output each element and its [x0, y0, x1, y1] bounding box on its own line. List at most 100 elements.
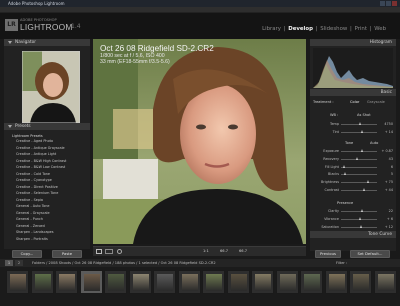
slider-knob[interactable]: [343, 172, 346, 176]
filmstrip-thumbnail[interactable]: [349, 270, 372, 294]
zoom-fill[interactable]: 66.7: [239, 249, 247, 253]
slider-knob[interactable]: [343, 164, 346, 168]
slider-knob[interactable]: [361, 209, 364, 212]
slider-value[interactable]: 43: [381, 156, 393, 163]
navigator-preview[interactable]: [22, 51, 80, 123]
basic-header[interactable]: Basic: [310, 89, 396, 97]
slider-clarity[interactable]: Clarity 22: [315, 208, 393, 215]
filmstrip-thumbnail[interactable]: [55, 270, 78, 294]
previous-button[interactable]: Previous: [315, 250, 341, 258]
slider-value[interactable]: 5: [381, 171, 393, 178]
main-photo[interactable]: [93, 39, 306, 244]
copy-button[interactable]: Copy...: [12, 250, 42, 258]
navigator-header[interactable]: Navigator: [4, 39, 90, 47]
filmstrip-thumbnail[interactable]: [128, 270, 152, 294]
filmstrip-thumbnail[interactable]: [153, 270, 176, 294]
slider-value[interactable]: 22: [381, 208, 393, 215]
histogram-chart[interactable]: [313, 48, 393, 88]
module-library[interactable]: Library: [262, 26, 281, 32]
presets-header[interactable]: Presets: [4, 123, 90, 131]
slider-vibrance[interactable]: Vibrance + 6: [315, 216, 393, 223]
slider-value[interactable]: 6: [381, 164, 393, 171]
slider-brightness[interactable]: Brightness + 75: [315, 179, 393, 186]
slider-knob[interactable]: [360, 224, 363, 228]
loupe-view-icon[interactable]: [96, 249, 102, 254]
slider-value[interactable]: + 44: [381, 187, 393, 194]
slider-track[interactable]: [341, 166, 377, 168]
slider-value[interactable]: + 12: [381, 224, 393, 231]
filmstrip-thumbnail[interactable]: [300, 270, 323, 294]
preset-group-header[interactable]: Lightroom Presets: [12, 134, 43, 138]
slider-recovery[interactable]: Recovery 43: [315, 156, 393, 163]
filmstrip-thumbnail[interactable]: [6, 270, 29, 294]
slider-value[interactable]: + 0.87: [381, 148, 393, 155]
preset-item[interactable]: Creative - Selenium Tone: [16, 191, 58, 195]
close-button[interactable]: [392, 1, 397, 6]
slider-exposure[interactable]: Exposure + 0.87: [315, 148, 393, 155]
preset-item[interactable]: Creative - Cyanotype: [16, 178, 52, 182]
filmstrip-thumbnail[interactable]: [373, 270, 397, 294]
zoom-fit[interactable]: 66.7: [220, 249, 228, 253]
filmstrip-thumbnail[interactable]: [251, 270, 274, 294]
preset-item[interactable]: Creative - Aged Photo: [16, 139, 53, 143]
preset-item[interactable]: Creative - Direct Positive: [16, 185, 58, 189]
preset-item[interactable]: Creative - Cold Tone: [16, 172, 50, 176]
module-print[interactable]: Print: [355, 26, 367, 32]
preset-item[interactable]: General - Grayscale: [16, 211, 50, 215]
preset-item[interactable]: Creative - B&W Low Contrast: [16, 165, 65, 169]
filmstrip-thumbnail[interactable]: [324, 270, 348, 294]
preset-item[interactable]: Creative - B&W High Contrast: [16, 159, 66, 163]
slider-knob[interactable]: [359, 122, 362, 125]
slider-contrast[interactable]: Contrast + 44: [315, 187, 393, 194]
slider-value[interactable]: + 14: [381, 129, 393, 136]
slider-tint[interactable]: Tint + 14: [315, 129, 393, 136]
set-default-button[interactable]: Set Default...: [350, 250, 390, 258]
slider-track[interactable]: [341, 151, 377, 152]
histogram-header[interactable]: Histogram: [310, 39, 396, 47]
preset-item[interactable]: General - Zeroed: [16, 224, 45, 228]
preset-item[interactable]: Creative - Antique Grayscale: [16, 146, 65, 150]
module-develop[interactable]: Develop: [288, 26, 313, 32]
slider-track[interactable]: [341, 158, 377, 160]
slider-knob[interactable]: [361, 149, 364, 152]
tone-auto-button[interactable]: Auto: [370, 141, 378, 145]
page-1-button[interactable]: 1: [5, 260, 13, 266]
slider-fill-light[interactable]: Fill Light 6: [315, 164, 393, 171]
filmstrip-thumbnail[interactable]: [275, 270, 299, 294]
slider-track[interactable]: [341, 226, 377, 228]
slider-track[interactable]: [341, 190, 377, 191]
slider-value[interactable]: + 6: [381, 216, 393, 223]
filmstrip-source-path[interactable]: Folders / 2008 Shoots / Oct 26 08 Ridgef…: [32, 259, 216, 267]
preset-item[interactable]: Creative - Sepia: [16, 198, 43, 202]
module-web[interactable]: Web: [374, 26, 386, 32]
slider-knob[interactable]: [355, 156, 358, 160]
slider-track[interactable]: [341, 182, 377, 184]
filmstrip-thumbnail[interactable]: [177, 270, 201, 294]
preset-item[interactable]: General - Punch: [16, 217, 43, 221]
filmstrip-thumbnail[interactable]: [202, 270, 225, 294]
slider-knob[interactable]: [359, 216, 362, 220]
minimize-button[interactable]: [380, 1, 385, 6]
treatment-grayscale[interactable]: Grayscale: [367, 100, 385, 104]
module-slideshow[interactable]: Slideshow: [320, 26, 347, 32]
filmstrip-thumbnail[interactable]: [104, 270, 127, 294]
treatment-color[interactable]: Color: [350, 100, 359, 104]
slider-value[interactable]: + 75: [381, 179, 393, 186]
white-balance-selector-icon[interactable]: [117, 249, 122, 254]
slider-knob[interactable]: [361, 129, 364, 133]
filmstrip-thumbnail[interactable]: [30, 270, 54, 294]
slider-value[interactable]: 4750: [381, 121, 393, 128]
slider-track[interactable]: [341, 211, 377, 212]
slider-track[interactable]: [341, 131, 377, 133]
zoom-11[interactable]: 1:1: [203, 249, 209, 253]
preset-item[interactable]: Sharpen - Landscapes: [16, 230, 54, 234]
tone-curve-header[interactable]: Tone Curve: [310, 231, 396, 239]
slider-knob[interactable]: [362, 188, 365, 191]
preset-item[interactable]: Creative - Antique Light: [16, 152, 56, 156]
page-2-button[interactable]: 2: [15, 260, 23, 266]
slider-temp[interactable]: Temp 4750: [315, 121, 393, 128]
slider-track[interactable]: [341, 174, 377, 176]
wb-value[interactable]: As Shot: [357, 113, 371, 117]
filmstrip-thumbnail[interactable]: [226, 270, 250, 294]
before-after-icon[interactable]: [105, 249, 113, 254]
